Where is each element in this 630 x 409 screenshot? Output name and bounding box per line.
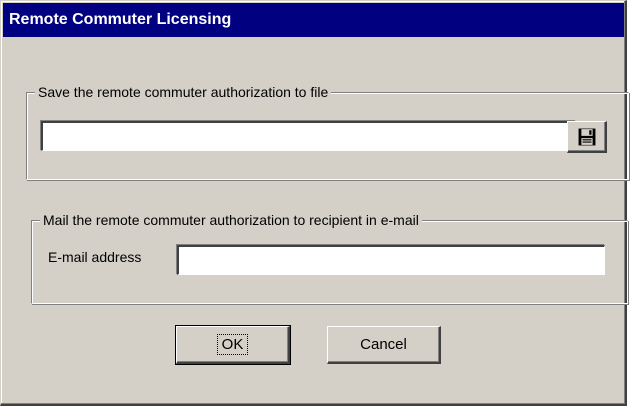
floppy-disk-icon bbox=[578, 128, 595, 145]
email-address-input[interactable] bbox=[177, 245, 605, 275]
mail-recipient-group: Mail the remote commuter authorization t… bbox=[31, 211, 628, 304]
ok-button-label: OK bbox=[216, 334, 249, 355]
mail-recipient-legend: Mail the remote commuter authorization t… bbox=[40, 211, 422, 229]
cancel-button[interactable]: Cancel bbox=[327, 326, 441, 364]
save-to-file-legend: Save the remote commuter authorization t… bbox=[35, 83, 332, 101]
cancel-button-label: Cancel bbox=[360, 336, 407, 353]
ok-button[interactable]: OK bbox=[175, 325, 291, 365]
dialog-title: Remote Commuter Licensing bbox=[9, 11, 232, 28]
dialog-title-bar[interactable]: Remote Commuter Licensing bbox=[3, 3, 624, 37]
save-file-button[interactable] bbox=[567, 121, 607, 153]
remote-commuter-dialog: Remote Commuter Licensing Save the remot… bbox=[0, 0, 629, 406]
save-to-file-group: Save the remote commuter authorization t… bbox=[26, 83, 629, 180]
file-path-input[interactable] bbox=[41, 121, 576, 151]
email-address-label: E-mail address bbox=[48, 249, 142, 265]
